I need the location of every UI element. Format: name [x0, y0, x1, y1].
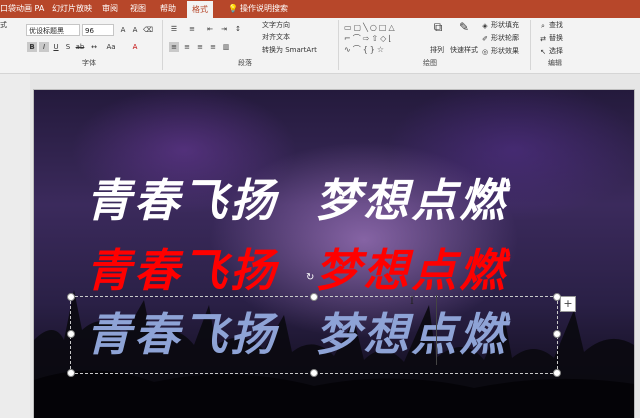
justify-icon[interactable]: ≡: [208, 42, 218, 52]
tab-pocket-animation[interactable]: 口袋动画 PA: [0, 2, 44, 16]
thumbnail-pane[interactable]: [0, 74, 30, 418]
resize-handle[interactable]: [67, 369, 75, 377]
find-icon: ⌕: [541, 22, 545, 30]
change-case-icon[interactable]: Aa: [106, 42, 116, 52]
tell-me-search[interactable]: 操作说明搜索: [240, 2, 288, 16]
align-text-button[interactable]: 对齐文本: [262, 33, 290, 42]
numbering-icon[interactable]: ≡: [187, 24, 197, 34]
underline-icon[interactable]: U: [51, 42, 61, 52]
group-editing-label: 编辑: [548, 59, 562, 67]
quick-styles-button[interactable]: 快速样式: [450, 46, 478, 55]
shapes-gallery[interactable]: ▭▢╲○□△ ⌐⌒⇨⇧◇⌊ ∿⌒{}☆: [344, 22, 420, 56]
group-paragraph-label: 段落: [238, 59, 252, 67]
layout-options-icon[interactable]: +: [560, 296, 576, 312]
paint-bucket-icon: ◈: [482, 22, 488, 30]
resize-handle[interactable]: [67, 293, 75, 301]
ribbon: 式 优设标题黑 96 A A ⌫ B I U S ab ↔ Aa A 字体 ☰ …: [0, 18, 640, 74]
tab-view[interactable]: 视图: [130, 2, 146, 16]
group-drawing-label: 绘图: [423, 59, 437, 67]
convert-smartart-button[interactable]: 转换为 SmartArt: [262, 46, 317, 55]
lightbulb-icon: 💡: [228, 4, 238, 13]
divider: [162, 20, 163, 70]
slide-canvas[interactable]: 青春飞扬 梦想点燃 青春飞扬 梦想点燃 青春飞扬 梦想点燃 ↻ + I: [34, 90, 634, 418]
quick-styles-icon[interactable]: ✎: [456, 21, 472, 42]
decrease-font-icon[interactable]: A: [130, 25, 140, 35]
effects-icon: ◎: [481, 48, 489, 56]
group-font-label: 字体: [82, 59, 96, 67]
replace-icon: ⇄: [540, 35, 546, 43]
arrange-icon[interactable]: ⧉: [430, 21, 446, 42]
select-arrow-icon: ↖: [540, 48, 546, 56]
tab-help[interactable]: 帮助: [160, 2, 176, 16]
increase-font-icon[interactable]: A: [118, 25, 128, 35]
align-right-icon[interactable]: ≡: [195, 42, 205, 52]
textbox-selection-frame[interactable]: [70, 296, 558, 374]
divider: [530, 20, 531, 70]
align-left-icon[interactable]: ≡: [169, 42, 179, 52]
resize-handle[interactable]: [310, 293, 318, 301]
decrease-indent-icon[interactable]: ⇤: [205, 24, 215, 34]
bold-icon[interactable]: B: [27, 42, 37, 52]
select-button[interactable]: 选择: [549, 47, 563, 56]
font-size-select[interactable]: 96: [82, 24, 114, 36]
replace-button[interactable]: 替换: [549, 34, 563, 43]
increase-indent-icon[interactable]: ⇥: [219, 24, 229, 34]
format-button[interactable]: 式: [0, 21, 7, 30]
ribbon-tab-bar: 口袋动画 PA 幻灯片放映 审阅 视图 帮助 格式 💡 操作说明搜索: [0, 0, 640, 18]
font-color-icon[interactable]: A: [130, 42, 140, 52]
resize-handle[interactable]: [67, 330, 75, 338]
resize-handle[interactable]: [553, 369, 561, 377]
char-spacing-icon[interactable]: ↔: [89, 42, 99, 52]
pen-icon: ✐: [482, 35, 488, 43]
tab-review[interactable]: 审阅: [102, 2, 118, 16]
italic-icon[interactable]: I: [39, 42, 49, 52]
rotate-handle-icon[interactable]: ↻: [306, 272, 314, 283]
clear-format-icon[interactable]: ⌫: [143, 25, 153, 35]
font-name-select[interactable]: 优设标题黑: [26, 24, 80, 36]
resize-handle[interactable]: [553, 330, 561, 338]
slide-title-red[interactable]: 青春飞扬 梦想点燃: [86, 248, 507, 293]
shadow-icon[interactable]: S: [63, 42, 73, 52]
tab-format[interactable]: 格式: [187, 1, 213, 18]
find-button[interactable]: 查找: [549, 21, 563, 30]
shape-effects-button[interactable]: 形状效果: [491, 47, 519, 56]
align-center-icon[interactable]: ≡: [182, 42, 192, 52]
shape-fill-button[interactable]: 形状填充: [491, 21, 519, 30]
tab-slideshow[interactable]: 幻灯片放映: [52, 2, 92, 16]
divider: [338, 20, 339, 70]
shape-outline-button[interactable]: 形状轮廓: [491, 34, 519, 43]
arrange-button[interactable]: 排列: [430, 46, 444, 55]
columns-icon[interactable]: ▥: [221, 42, 231, 52]
text-cursor: [436, 295, 437, 365]
resize-handle[interactable]: [310, 369, 318, 377]
bullets-icon[interactable]: ☰: [169, 24, 179, 34]
slide-title-white[interactable]: 青春飞扬 梦想点燃: [86, 178, 507, 223]
strikethrough-icon[interactable]: ab: [75, 42, 85, 52]
ibeam-cursor-icon: I: [410, 296, 414, 307]
line-spacing-icon[interactable]: ↕: [233, 24, 243, 34]
text-direction-button[interactable]: 文字方向: [262, 21, 290, 30]
